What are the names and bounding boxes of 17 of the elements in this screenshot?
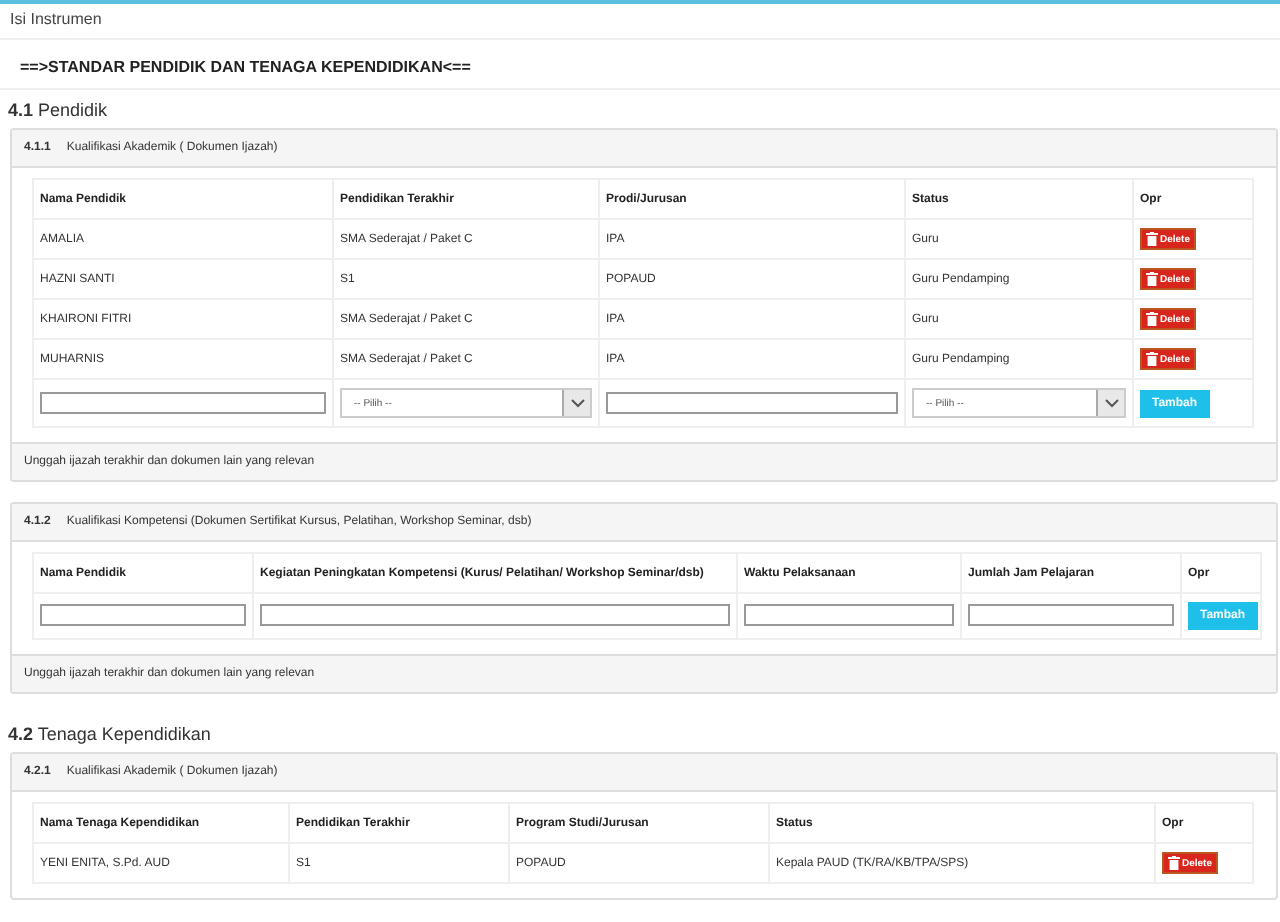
trash-icon bbox=[1146, 352, 1158, 366]
section-heading: 4.1 Pendidik bbox=[8, 100, 108, 120]
input-field[interactable] bbox=[968, 604, 1174, 626]
input-field[interactable] bbox=[606, 391, 898, 413]
page-title: Isi Instrumen bbox=[10, 10, 102, 28]
section-heading: 4.2 Tenaga Kependidikan bbox=[8, 724, 211, 744]
chevron-down-icon bbox=[569, 398, 585, 408]
input-field[interactable] bbox=[260, 604, 730, 626]
input-field[interactable] bbox=[40, 391, 326, 413]
input-field[interactable] bbox=[744, 604, 954, 626]
trash-icon bbox=[1146, 232, 1158, 246]
trash-icon bbox=[1168, 856, 1180, 870]
chevron-down-icon bbox=[1103, 398, 1119, 408]
input-field[interactable] bbox=[40, 604, 246, 626]
trash-icon bbox=[1146, 312, 1158, 326]
banner-heading: ==>STANDAR PENDIDIK DAN TENAGA KEPENDIDIKAN<== bbox=[20, 58, 471, 76]
trash-icon bbox=[1146, 272, 1158, 286]
